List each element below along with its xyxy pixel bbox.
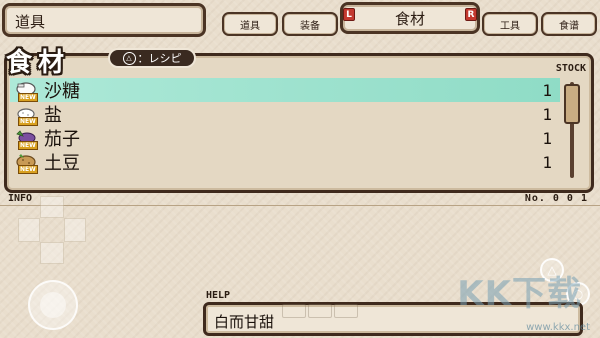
analog-stick[interactable]: [28, 280, 78, 330]
item-quantity: 1: [542, 128, 552, 148]
item-quantity: 1: [542, 152, 552, 172]
new-badge: NEW: [18, 165, 38, 174]
tab-equipment[interactable]: 装备: [282, 12, 338, 36]
list-item[interactable]: NEW 茄子 1: [10, 126, 560, 150]
new-badge: NEW: [18, 141, 38, 150]
dpad-left[interactable]: [18, 218, 40, 242]
salt-icon: NEW: [14, 104, 40, 126]
tab-recipes-label: 食谱: [559, 20, 579, 32]
list-item[interactable]: NEW 盐 1: [10, 102, 560, 126]
dpad-down[interactable]: [40, 242, 64, 264]
dpad-up[interactable]: [40, 196, 64, 218]
tab-items-label: 道具: [240, 20, 260, 32]
triangle-button-icon: △: [122, 51, 136, 65]
tab-equipment-label: 装备: [300, 20, 320, 32]
stock-label: STOCK: [555, 63, 586, 74]
tab-ingredients[interactable]: 食材: [340, 2, 480, 34]
item-quantity: 1: [542, 80, 552, 100]
item-name: 土豆: [44, 153, 80, 174]
new-badge: NEW: [18, 93, 38, 102]
tab-recipes[interactable]: 食谱: [541, 12, 597, 36]
divider: [0, 205, 600, 206]
list-item[interactable]: NEW 土豆 1: [10, 150, 560, 174]
item-number: No. 0 0 1: [524, 193, 588, 204]
list-item[interactable]: NEW 沙糖 1: [10, 78, 560, 102]
scrollbar-thumb[interactable]: [564, 84, 580, 124]
list-scrollbar[interactable]: [564, 82, 580, 178]
item-name: 沙糖: [44, 81, 80, 102]
new-badge: NEW: [18, 117, 38, 126]
help-slot: [334, 304, 358, 318]
help-slot: [282, 304, 306, 318]
item-name: 茄子: [44, 129, 80, 150]
dpad[interactable]: [18, 196, 86, 264]
watermark-url: www.kkx.net: [526, 322, 590, 333]
tab-ingredients-label: 食材: [394, 9, 425, 28]
item-quantity: 1: [542, 104, 552, 124]
category-title-box: 道具: [2, 3, 206, 37]
potato-icon: NEW: [14, 152, 40, 174]
eggplant-icon: NEW: [14, 128, 40, 150]
r-shoulder-icon[interactable]: R: [465, 8, 477, 21]
dpad-right[interactable]: [64, 218, 86, 242]
tab-items[interactable]: 道具: [222, 12, 278, 36]
watermark-logo: KK下载: [457, 274, 582, 314]
recipe-button-label: ：レシピ: [137, 52, 182, 65]
tab-tools-label: 工具: [500, 20, 520, 32]
list-header-title: 食材: [6, 48, 71, 78]
recipe-button[interactable]: △ ：レシピ: [108, 48, 196, 68]
sugar-icon: NEW: [14, 80, 40, 102]
analog-stick-knob[interactable]: [40, 292, 66, 318]
tab-tools[interactable]: 工具: [482, 12, 538, 36]
item-name: 盐: [44, 105, 62, 126]
help-label: HELP: [206, 290, 231, 301]
category-title: 道具: [15, 13, 46, 31]
help-icon-slots: [282, 304, 358, 318]
help-slot: [308, 304, 332, 318]
item-list: NEW 沙糖 1 NEW 盐 1 NEW 茄子 1 NEW 土豆 1: [10, 78, 560, 174]
help-text: 白而甘甜: [214, 313, 275, 331]
l-shoulder-icon[interactable]: L: [343, 8, 355, 21]
